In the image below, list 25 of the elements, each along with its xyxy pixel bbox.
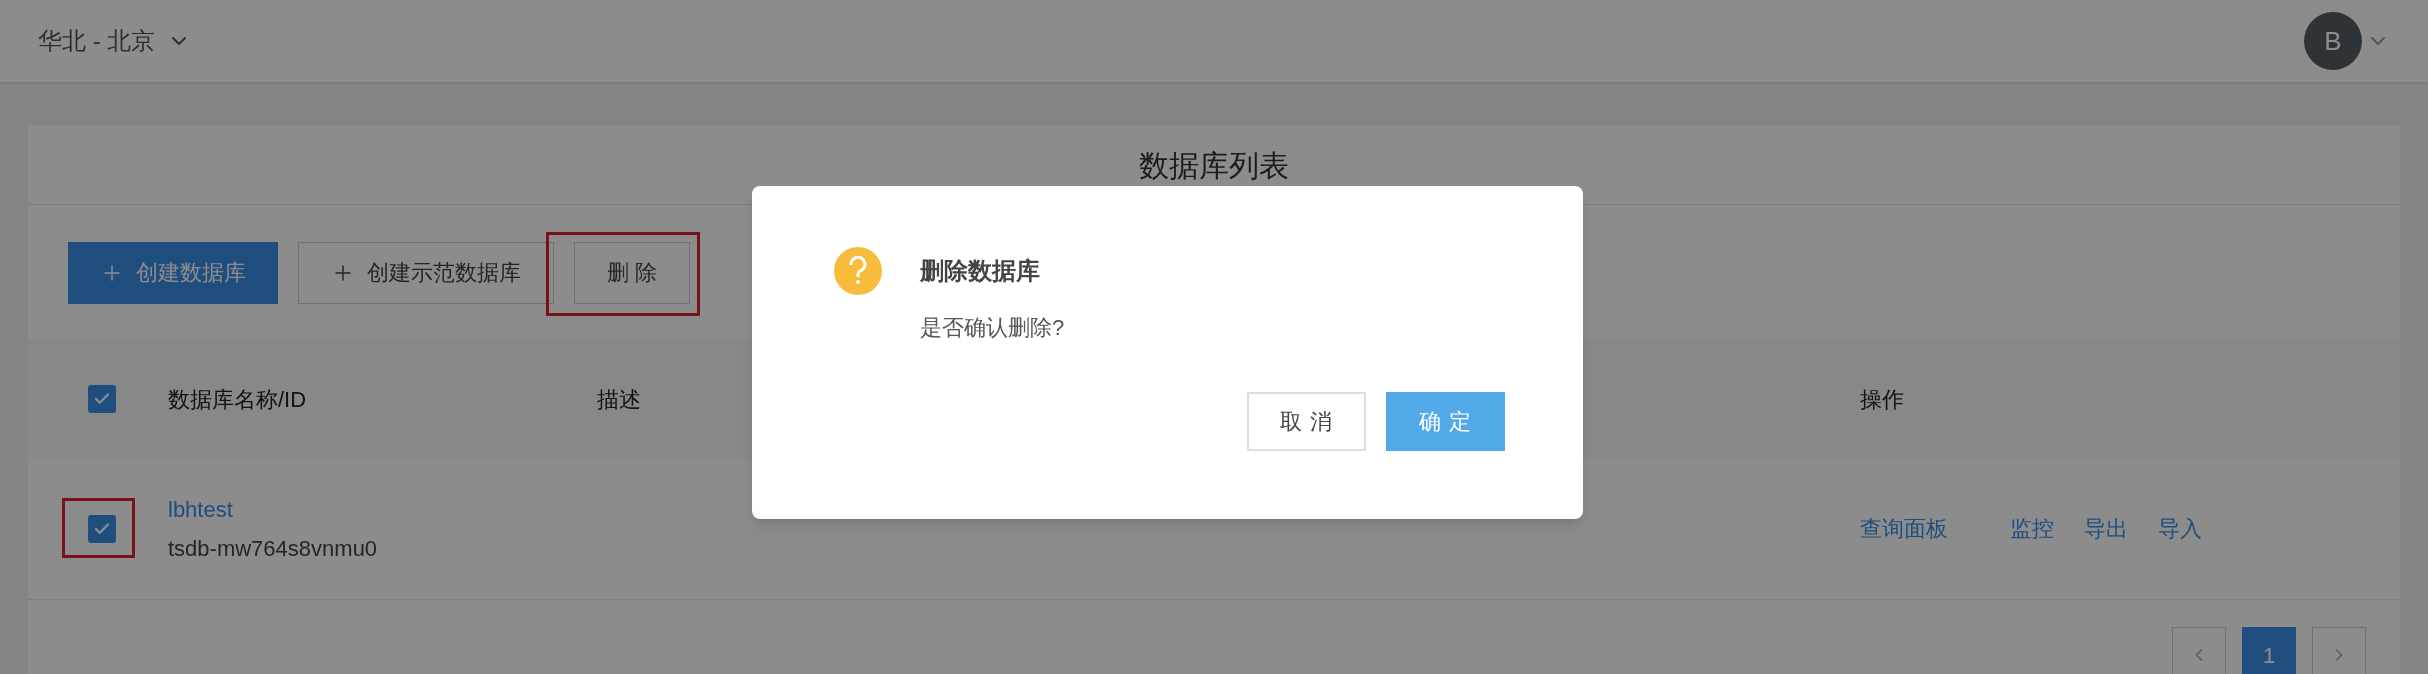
column-header: 数据库名称/ID bbox=[168, 385, 307, 414]
confirm-button[interactable]: 确 定 bbox=[1386, 392, 1505, 451]
page-button[interactable]: 1 bbox=[2242, 627, 2296, 674]
toolbar-button[interactable]: 删 除 bbox=[574, 241, 691, 304]
database-link[interactable]: lbhtest bbox=[168, 492, 233, 526]
database-id: tsdb-mw764s8vnmu0 bbox=[168, 534, 378, 563]
action-link[interactable]: 导出 bbox=[2084, 512, 2128, 545]
checkbox[interactable] bbox=[88, 385, 116, 413]
column-header: 操作 bbox=[1860, 385, 1904, 414]
checkbox[interactable] bbox=[88, 514, 116, 543]
create-button[interactable]: 创建数据库 bbox=[68, 241, 278, 304]
dialog-title: 删除数据库 bbox=[920, 256, 1040, 286]
action-link[interactable]: 查询面板 bbox=[1860, 512, 1948, 545]
action-link[interactable]: 导入 bbox=[2158, 512, 2202, 545]
previous-page-button[interactable] bbox=[2172, 627, 2226, 674]
column-header: 描述 bbox=[597, 385, 641, 414]
region-dropdown[interactable]: 华北 - 北京 bbox=[38, 23, 192, 59]
card-title: 数据库列表 bbox=[1139, 148, 1289, 184]
next-page-button[interactable] bbox=[2312, 627, 2366, 674]
question-icon bbox=[834, 247, 882, 295]
toolbar-button[interactable]: 创建示范数据库 bbox=[298, 241, 554, 304]
cancel-button[interactable]: 取 消 bbox=[1247, 392, 1366, 451]
dialog-message: 是否确认删除? bbox=[920, 314, 1066, 342]
avatar[interactable]: B bbox=[2304, 12, 2362, 70]
action-link[interactable]: 监控 bbox=[2010, 512, 2054, 545]
